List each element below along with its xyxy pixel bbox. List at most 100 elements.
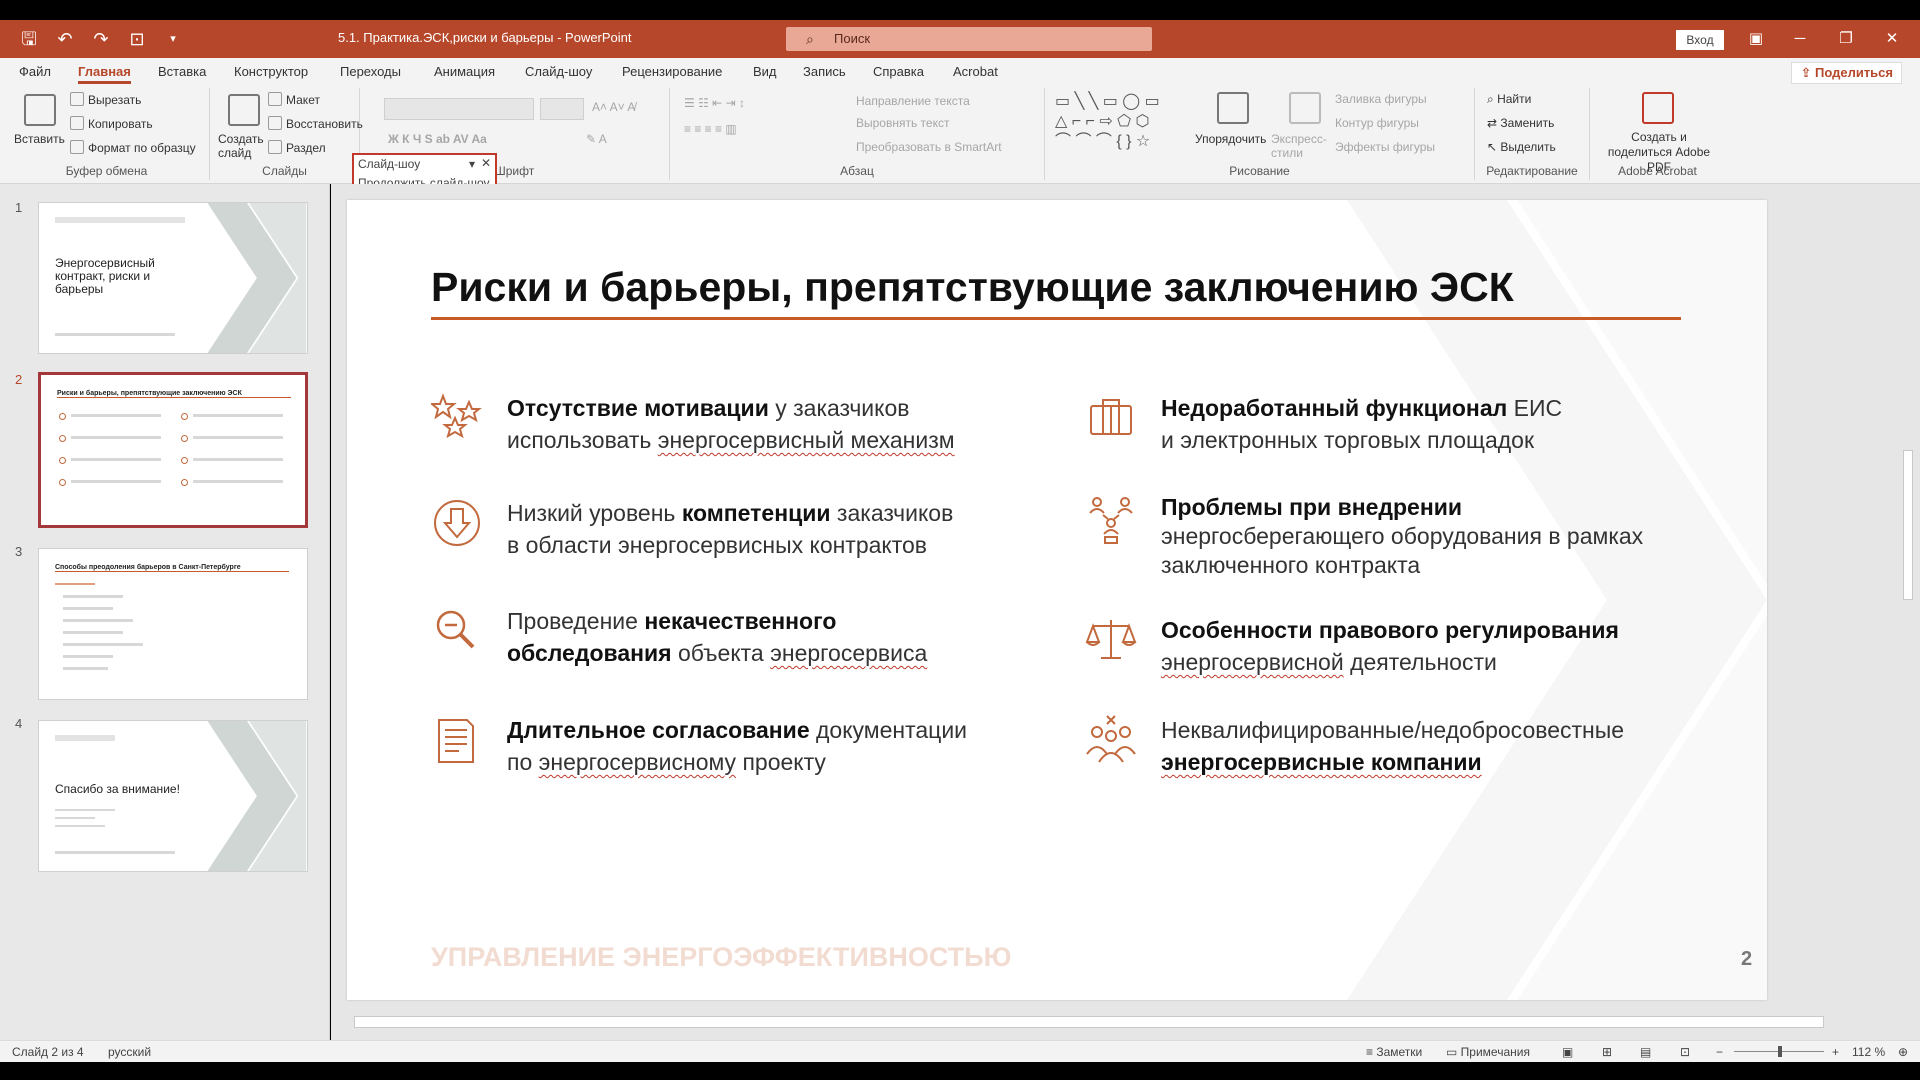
text-direction-button[interactable]: Направление текста [856, 94, 970, 108]
search-input[interactable]: ⌕ Поиск [786, 27, 1152, 51]
slide-footer: УПРАВЛЕНИЕ ЭНЕРГОЭФФЕКТИВНОСТЬЮ [431, 942, 1012, 972]
tab-review[interactable]: Рецензирование [622, 64, 722, 79]
font-style-icons[interactable]: Ж К Ч S ab AV Aa [388, 132, 487, 146]
customize-qat-icon[interactable]: ▾ [162, 28, 184, 50]
paste-button[interactable]: Вставить [14, 132, 65, 146]
paste-icon[interactable] [24, 94, 56, 126]
find-button[interactable]: ⌕ Найти [1487, 92, 1531, 107]
zoom-out-icon[interactable]: − [1716, 1045, 1723, 1059]
redo-icon[interactable]: ↷ [90, 28, 112, 50]
copy-button[interactable]: Копировать [70, 116, 153, 131]
layout-button[interactable]: Макет [268, 92, 320, 107]
item-span: заказчиков [830, 500, 954, 526]
notes-button[interactable]: ≡ Заметки [1366, 1045, 1422, 1059]
minimize-icon[interactable]: ─ [1786, 26, 1814, 52]
share-button[interactable]: ⇪ Поделиться [1791, 62, 1902, 84]
paragraph-group-label: Абзац [840, 164, 874, 178]
shape-outline-button[interactable]: Контур фигуры [1335, 116, 1419, 130]
vertical-scrollbar[interactable] [1898, 190, 1918, 1016]
shape-fill-button[interactable]: Заливка фигуры [1335, 92, 1427, 106]
undo-icon[interactable]: ↶ [54, 28, 76, 50]
new-slide-icon[interactable] [228, 94, 260, 126]
font-size-select[interactable] [540, 98, 584, 120]
document-icon [438, 719, 474, 763]
shape-effects-button[interactable]: Эффекты фигуры [1335, 140, 1435, 154]
horizontal-scrollbar[interactable] [336, 1014, 1896, 1030]
slide-thumbnails-panel: 1 Энергосервисный контракт, риски и барь… [0, 184, 330, 1040]
quick-styles-icon[interactable] [1289, 92, 1321, 124]
smartart-button[interactable]: Преобразовать в SmartArt [856, 140, 1002, 154]
tab-insert[interactable]: Вставка [158, 64, 206, 79]
horizontal-scroll-thumb[interactable] [354, 1016, 1824, 1028]
item-span: документации [809, 717, 968, 743]
tab-home[interactable]: Главная [78, 64, 131, 84]
item-text: Недоработанный функционал ЕИС и электрон… [1161, 392, 1562, 456]
tab-acrobat[interactable]: Acrobat [953, 64, 998, 79]
zoom-in-icon[interactable]: + [1832, 1045, 1839, 1059]
new-slide-button[interactable]: Создать слайд [218, 132, 268, 160]
zoom-level[interactable]: 112 % [1852, 1045, 1885, 1059]
close-popup-icon[interactable]: ✕ [481, 156, 491, 170]
acrobat-group-label: Adobe Acrobat [1618, 164, 1697, 178]
fit-slide-icon[interactable]: ⊕ [1898, 1045, 1908, 1059]
thumb-number: 3 [15, 544, 23, 559]
thumb-title: Способы преодоления барьеров в Санкт-Пет… [55, 564, 241, 571]
slide-sorter-icon[interactable]: ⊞ [1602, 1045, 1612, 1059]
close-icon[interactable]: ✕ [1878, 26, 1906, 52]
quick-styles-button[interactable]: Экспресс-стили [1271, 132, 1327, 160]
tab-record[interactable]: Запись [803, 64, 846, 79]
arrange-button[interactable]: Упорядочить [1195, 132, 1266, 146]
save-icon[interactable]: 🖫 [18, 28, 40, 50]
tab-slideshow[interactable]: Слайд-шоу [525, 64, 592, 79]
ribbon-display-icon[interactable]: ▣ [1742, 26, 1770, 52]
comments-button[interactable]: ▭ Примечания [1446, 1045, 1530, 1059]
quick-access-toolbar: 🖫 ↶ ↷ ⊡ ▾ [18, 28, 184, 50]
tab-transitions[interactable]: Переходы [340, 64, 401, 79]
slideshow-view-icon[interactable]: ⊡ [1680, 1045, 1690, 1059]
vertical-scroll-thumb[interactable] [1903, 450, 1913, 600]
start-slideshow-icon[interactable]: ⊡ [126, 28, 148, 50]
zoom-slider-thumb[interactable] [1778, 1046, 1782, 1057]
slide-thumbnail-1[interactable]: Энергосервисный контракт, риски и барьер… [38, 202, 308, 354]
copy-icon [70, 116, 84, 130]
slide-thumbnail-2[interactable]: Риски и барьеры, препятствующие заключен… [38, 372, 308, 528]
restore-icon[interactable]: ❐ [1832, 26, 1860, 52]
thumb-text-line [63, 619, 133, 622]
signin-button[interactable]: Вход [1676, 30, 1724, 50]
font-color-icons[interactable]: ✎ A [586, 132, 607, 146]
reset-button[interactable]: Восстановить [268, 116, 363, 131]
tab-design[interactable]: Конструктор [234, 64, 308, 79]
section-button[interactable]: Раздел [268, 140, 326, 155]
dropdown-icon[interactable]: ▾ [469, 157, 475, 171]
shapes-gallery-icon[interactable]: ▭ ╲ ╲ ▭ ◯ ▭ △ ⌐ ⌐ ⇨ ⬠ ⬡ ⌒ ⌒ ⌒ { } ☆ [1055, 92, 1185, 152]
normal-view-icon[interactable]: ▣ [1562, 1045, 1573, 1059]
format-painter-button[interactable]: Формат по образцу [70, 140, 196, 155]
font-grow-icon[interactable]: A˄ A˅ A̸ [592, 100, 635, 114]
tab-animations[interactable]: Анимация [434, 64, 495, 79]
logo-strip [55, 735, 115, 741]
slide-canvas[interactable]: Риски и барьеры, препятствующие заключен… [347, 200, 1767, 1000]
slide-thumbnail-4[interactable]: Спасибо за внимание! [38, 720, 308, 872]
tab-help[interactable]: Справка [873, 64, 924, 79]
cut-button[interactable]: Вырезать [70, 92, 141, 107]
item-span: Проведение [507, 608, 645, 634]
select-button[interactable]: ↖ Выделить [1487, 140, 1556, 154]
arrange-icon[interactable] [1217, 92, 1249, 124]
thumb-footer [55, 333, 175, 336]
font-family-select[interactable] [384, 98, 534, 120]
item-span: энергосберегающего оборудования в рамках [1161, 523, 1644, 549]
align-text-button[interactable]: Выровнять текст [856, 116, 949, 130]
tab-view[interactable]: Вид [753, 64, 777, 79]
thumb-text-line [55, 583, 95, 585]
comment-icon: ▭ [1446, 1045, 1461, 1059]
slide-thumbnail-3[interactable]: Способы преодоления барьеров в Санкт-Пет… [38, 548, 308, 700]
align-icons[interactable]: ≡ ≡ ≡ ≡ ▥ [684, 122, 737, 136]
list-icons[interactable]: ☰ ☷ ⇤ ⇥ ↕ [684, 96, 745, 110]
tab-file[interactable]: Файл [19, 64, 51, 79]
language-indicator[interactable]: русский [108, 1045, 151, 1059]
replace-button[interactable]: ⇄ Заменить [1487, 116, 1554, 130]
reading-view-icon[interactable]: ▤ [1640, 1045, 1651, 1059]
pdf-icon[interactable] [1642, 92, 1674, 124]
thumb-text-line [55, 809, 115, 811]
item-bold: компетенции [681, 500, 831, 526]
